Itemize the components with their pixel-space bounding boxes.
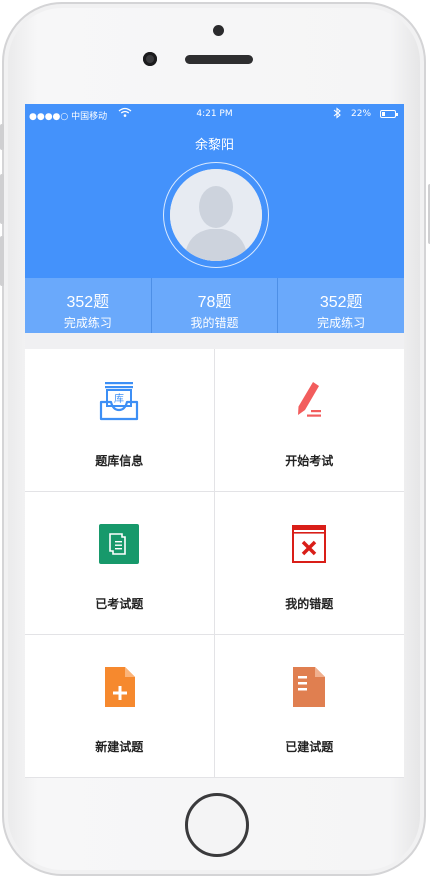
feature-grid: 库 题库信息 开始考试 已考试题 我的错题 新建试题 已建试题 xyxy=(25,349,404,778)
pen-icon xyxy=(287,379,331,423)
status-bar: ●●●●○ 中国移动 4:21 PM 22% xyxy=(25,104,404,126)
question-bank-icon: 库 xyxy=(97,379,141,423)
stat-label: 我的错题 xyxy=(190,316,239,330)
avatar-placeholder-icon xyxy=(170,169,262,261)
front-camera xyxy=(143,52,157,66)
earpiece-speaker xyxy=(185,55,253,64)
stats-bar: 352题 完成练习 78题 我的错题 352题 完成练习 xyxy=(25,278,404,333)
stat-value: 352题 xyxy=(319,294,363,311)
stat-wrong-questions[interactable]: 78题 我的错题 xyxy=(152,278,279,333)
menu-label: 题库信息 xyxy=(95,454,144,468)
menu-question-bank[interactable]: 库 题库信息 xyxy=(25,349,215,492)
bluetooth-icon xyxy=(333,107,341,122)
menu-label: 已建试题 xyxy=(285,740,334,754)
stat-label: 完成练习 xyxy=(63,316,112,330)
home-button[interactable] xyxy=(185,793,249,857)
app-screen: ●●●●○ 中国移动 4:21 PM 22% 余黎阳 352题 完成练习 78题… xyxy=(25,104,404,778)
menu-start-exam[interactable]: 开始考试 xyxy=(214,349,404,492)
volume-down-button xyxy=(0,236,4,286)
menu-label: 新建试题 xyxy=(95,740,144,754)
stat-completed-practice[interactable]: 352题 完成练习 xyxy=(25,278,152,333)
wrong-book-icon xyxy=(287,522,331,566)
battery-icon xyxy=(380,110,398,118)
stat-completed-practice-2[interactable]: 352题 完成练习 xyxy=(278,278,404,333)
menu-label: 开始考试 xyxy=(285,454,334,468)
battery-percentage: 22% xyxy=(351,109,372,119)
clock: 4:21 PM xyxy=(196,109,233,119)
menu-label: 已考试题 xyxy=(95,597,144,611)
svg-text:库: 库 xyxy=(114,392,124,405)
stat-label: 完成练习 xyxy=(317,316,366,330)
volume-up-button xyxy=(0,174,4,224)
menu-label: 我的错题 xyxy=(285,597,334,611)
document-icon xyxy=(97,522,141,566)
user-name: 余黎阳 xyxy=(194,138,234,153)
stat-value: 78题 xyxy=(197,294,232,311)
sensor-dot xyxy=(213,25,224,36)
avatar[interactable] xyxy=(163,162,269,268)
menu-created-questions[interactable]: 已建试题 xyxy=(214,635,404,778)
mute-switch xyxy=(0,124,4,150)
new-file-icon xyxy=(97,665,141,709)
file-icon xyxy=(287,665,331,709)
stat-value: 352题 xyxy=(66,294,110,311)
menu-new-question[interactable]: 新建试题 xyxy=(25,635,215,778)
menu-taken-exams[interactable]: 已考试题 xyxy=(25,492,215,635)
profile-header: ●●●●○ 中国移动 4:21 PM 22% 余黎阳 352题 完成练习 78题… xyxy=(25,104,404,333)
menu-my-wrong-questions[interactable]: 我的错题 xyxy=(214,492,404,635)
